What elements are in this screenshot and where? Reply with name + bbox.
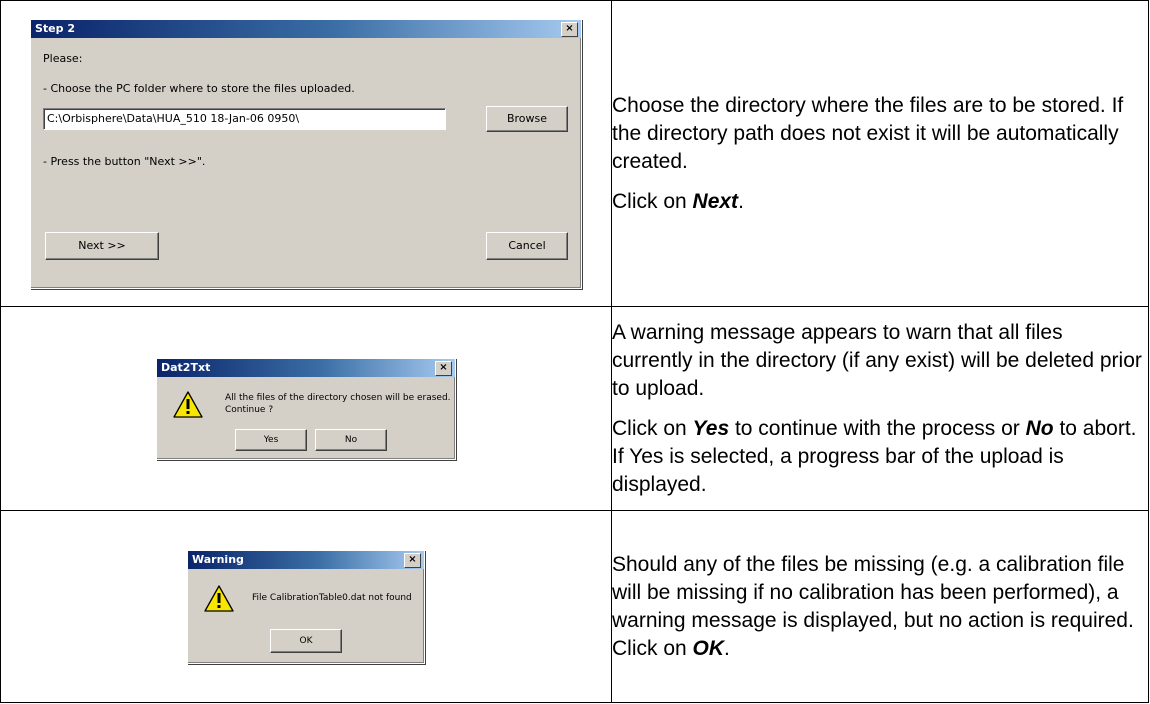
table-row: Dat2Txt × All the files of the directory… <box>0 306 1149 511</box>
folder-path-field[interactable]: C:\Orbisphere\Data\HUA_510 18-Jan-06 095… <box>43 107 446 130</box>
dat2txt-dialog: Dat2Txt × All the files of the directory… <box>156 357 456 460</box>
emphasis-no: No <box>1025 416 1054 440</box>
description-cell: Choose the directory where the files are… <box>611 0 1149 307</box>
yes-button[interactable]: Yes <box>235 428 307 451</box>
warning-icon <box>173 390 203 418</box>
dialog-title: Dat2Txt <box>161 360 211 374</box>
please-label: Please: <box>43 51 83 65</box>
emphasis-yes: Yes <box>692 416 730 440</box>
description-paragraph: Choose the directory where the files are… <box>612 93 1124 173</box>
no-button[interactable]: No <box>315 428 387 451</box>
cancel-button[interactable]: Cancel <box>486 231 568 260</box>
screenshot-cell: Step 2 × Please: - Choose the PC folder … <box>0 0 612 307</box>
ok-button[interactable]: OK <box>270 628 342 653</box>
close-icon[interactable]: × <box>435 360 452 376</box>
description-cell: A warning message appears to warn that a… <box>611 306 1149 511</box>
dialog-titlebar: Warning × <box>188 550 424 569</box>
warning-dialog: Warning × File CalibrationTable0.dat not… <box>187 549 425 664</box>
dialog-titlebar: Dat2Txt × <box>157 358 455 377</box>
dialog-title: Warning <box>192 552 244 566</box>
dialog-title: Step 2 <box>35 21 75 35</box>
warning-icon <box>204 584 234 612</box>
description-paragraph: Click on Next. <box>612 189 744 213</box>
description-paragraph: A warning message appears to warn that a… <box>612 320 1142 400</box>
next-button[interactable]: Next >> <box>45 231 159 260</box>
choose-folder-instruction: - Choose the PC folder where to store th… <box>43 81 355 95</box>
dialog-titlebar: Step 2 × <box>31 19 581 38</box>
not-found-message: File CalibrationTable0.dat not found <box>252 592 412 603</box>
emphasis-next: Next <box>692 189 739 213</box>
table-row: Warning × File CalibrationTable0.dat not… <box>0 510 1149 703</box>
step2-dialog: Step 2 × Please: - Choose the PC folder … <box>30 18 582 289</box>
description-paragraph: Click on Yes to continue with the proces… <box>612 416 1137 496</box>
close-icon[interactable]: × <box>561 21 578 37</box>
description-cell: Should any of the files be missing (e.g.… <box>611 510 1149 703</box>
close-icon[interactable]: × <box>404 552 421 568</box>
table-row: Step 2 × Please: - Choose the PC folder … <box>0 0 1149 307</box>
screenshot-cell: Warning × File CalibrationTable0.dat not… <box>0 510 612 703</box>
screenshot-cell: Dat2Txt × All the files of the directory… <box>0 306 612 511</box>
document-table: Step 2 × Please: - Choose the PC folder … <box>0 0 1149 703</box>
erase-message-line2: Continue ? <box>225 404 274 415</box>
erase-message-line1: All the files of the directory chosen wi… <box>225 392 451 403</box>
browse-button[interactable]: Browse <box>486 105 568 132</box>
press-next-instruction: - Press the button "Next >>". <box>43 154 206 168</box>
emphasis-ok: OK <box>692 636 725 660</box>
description-paragraph: Should any of the files be missing (e.g.… <box>612 552 1134 660</box>
